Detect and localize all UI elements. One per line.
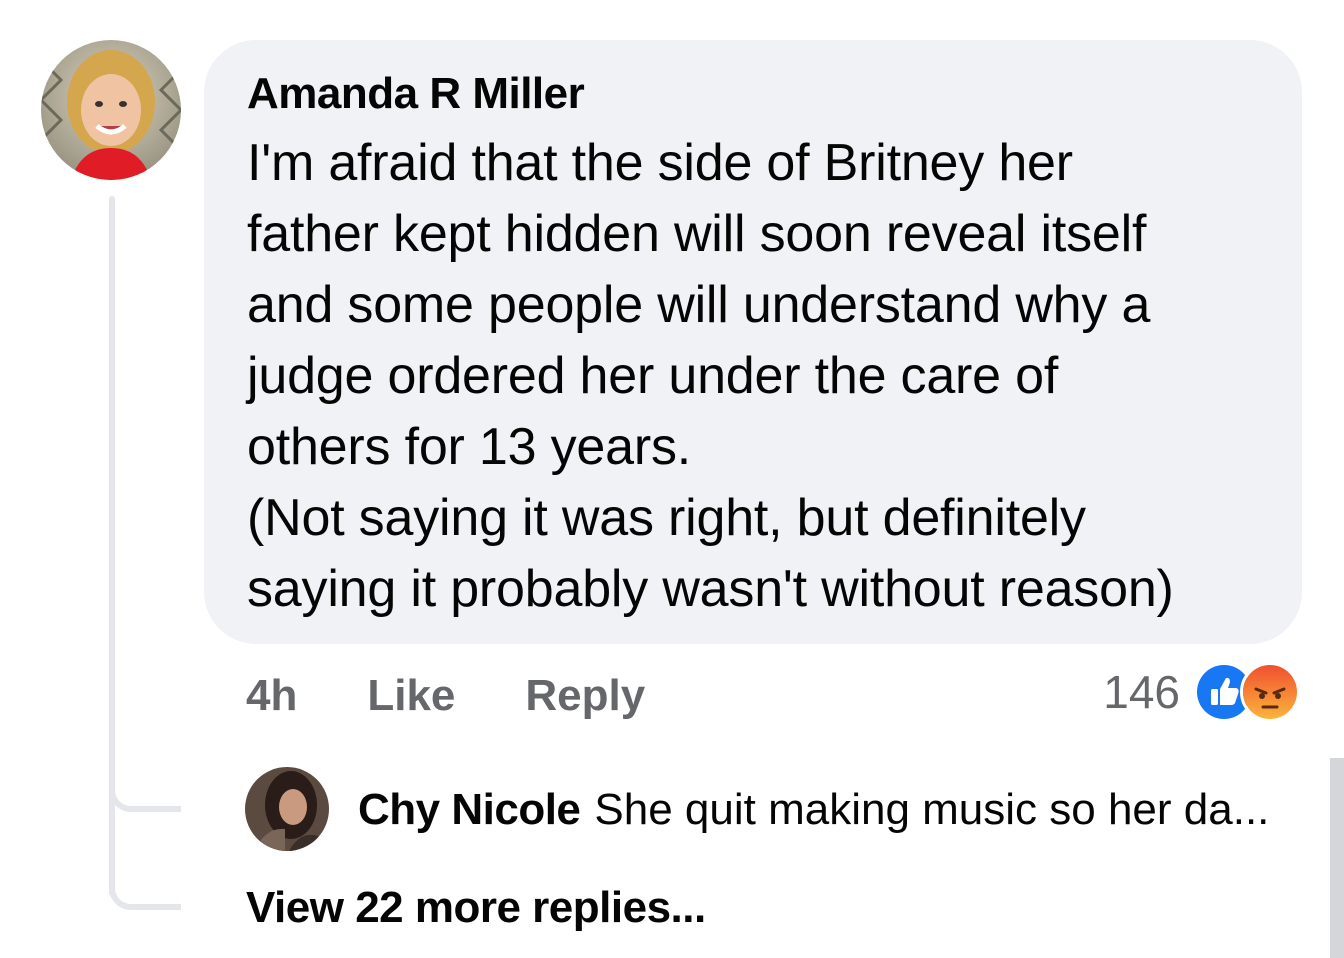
avatar[interactable] [41, 40, 181, 180]
comment-timestamp[interactable]: 4h [246, 671, 297, 721]
comment-bubble: Amanda R Miller I'm afraid that the side… [204, 40, 1302, 644]
view-more-replies-link[interactable]: View 22 more replies... [246, 880, 706, 936]
reaction-count: 146 [1103, 666, 1180, 718]
reply-button[interactable]: Reply [525, 671, 645, 721]
thread-branch-view-more [109, 870, 181, 910]
scrollbar[interactable] [1330, 758, 1344, 958]
like-button[interactable]: Like [367, 671, 455, 721]
reply-preview[interactable]: Chy Nicole She quit making music so her d… [358, 782, 1269, 838]
comment-thread: Amanda R Miller I'm afraid that the side… [0, 0, 1344, 958]
reaction-summary[interactable]: 146 [1103, 662, 1300, 722]
comment-actions: 4h Like Reply [246, 666, 645, 726]
reply-text: She quit making music so her da... [594, 785, 1270, 834]
reply-avatar[interactable] [245, 767, 329, 851]
angry-icon [1240, 662, 1300, 722]
reply-author[interactable]: Chy Nicole [358, 785, 581, 834]
comment-author[interactable]: Amanda R Miller [247, 66, 1262, 122]
comment-text: I'm afraid that the side of Britney her … [247, 134, 1174, 618]
thread-branch-reply [109, 772, 181, 812]
